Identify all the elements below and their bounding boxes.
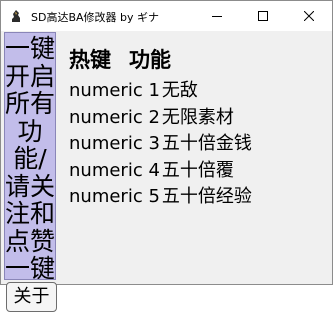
minimize-icon: [212, 16, 222, 17]
title-bar[interactable]: SD高达BA修改器 by ギナ: [1, 1, 332, 31]
minimize-button[interactable]: [194, 1, 240, 31]
about-button[interactable]: 关于: [6, 282, 57, 312]
hotkey-key: numeric 5: [69, 186, 160, 207]
sidebar: 一键开启所有功能/请关注和点赞一键三连 关于: [2, 31, 58, 312]
vertical-scrollbar[interactable]: [315, 31, 332, 284]
close-icon: [304, 11, 314, 21]
hotkey-panel: 热键 功能 numeric 1 无敌 numeric 2 无限素材 numeric 3…: [59, 31, 315, 284]
hotkey-row: numeric 3 五十倍金钱: [69, 131, 309, 158]
hotkey-key: numeric 4: [69, 159, 160, 181]
hotkey-list: numeric 1 无敌 numeric 2 无限素材 numeric 3 五十倍金钱…: [69, 78, 309, 211]
hotkey-row: numeric 1 无敌: [69, 78, 309, 105]
one-click-all-button[interactable]: 一键开启所有功能/请关注和点赞一键三连: [4, 32, 56, 280]
hotkey-row: numeric 4 五十倍覆: [69, 158, 309, 185]
hotkey-table-header: 热键 功能: [69, 44, 171, 74]
hotkey-key: numeric 1: [69, 80, 160, 101]
window-title: SD高达BA修改器 by ギナ: [31, 11, 160, 24]
one-click-all-label: 一键开启所有功能/请关注和点赞一键三连: [5, 34, 56, 280]
maximize-icon: [258, 11, 268, 21]
hotkey-key: numeric 2: [69, 106, 160, 128]
hotkey-function: 五十倍覆: [161, 159, 234, 181]
hotkey-column-header: 热键: [69, 48, 111, 72]
hotkey-row: numeric 2 无限素材: [69, 105, 309, 132]
app-icon: [12, 10, 20, 22]
hotkey-row: numeric 5 五十倍经验: [69, 184, 309, 211]
hotkey-function: 无限素材: [161, 106, 234, 128]
hotkey-function: 五十倍金钱: [161, 133, 252, 154]
function-column-header: 功能: [129, 48, 171, 72]
hotkey-function: 五十倍经验: [161, 186, 252, 207]
hotkey-function: 无敌: [161, 80, 198, 101]
maximize-button[interactable]: [240, 1, 286, 31]
hotkey-key: numeric 3: [69, 133, 160, 154]
close-button[interactable]: [286, 1, 332, 31]
app-window: SD高达BA修改器 by ギナ 一键开启所有功能/请关注和点赞一键三连 关于 热…: [0, 0, 333, 312]
